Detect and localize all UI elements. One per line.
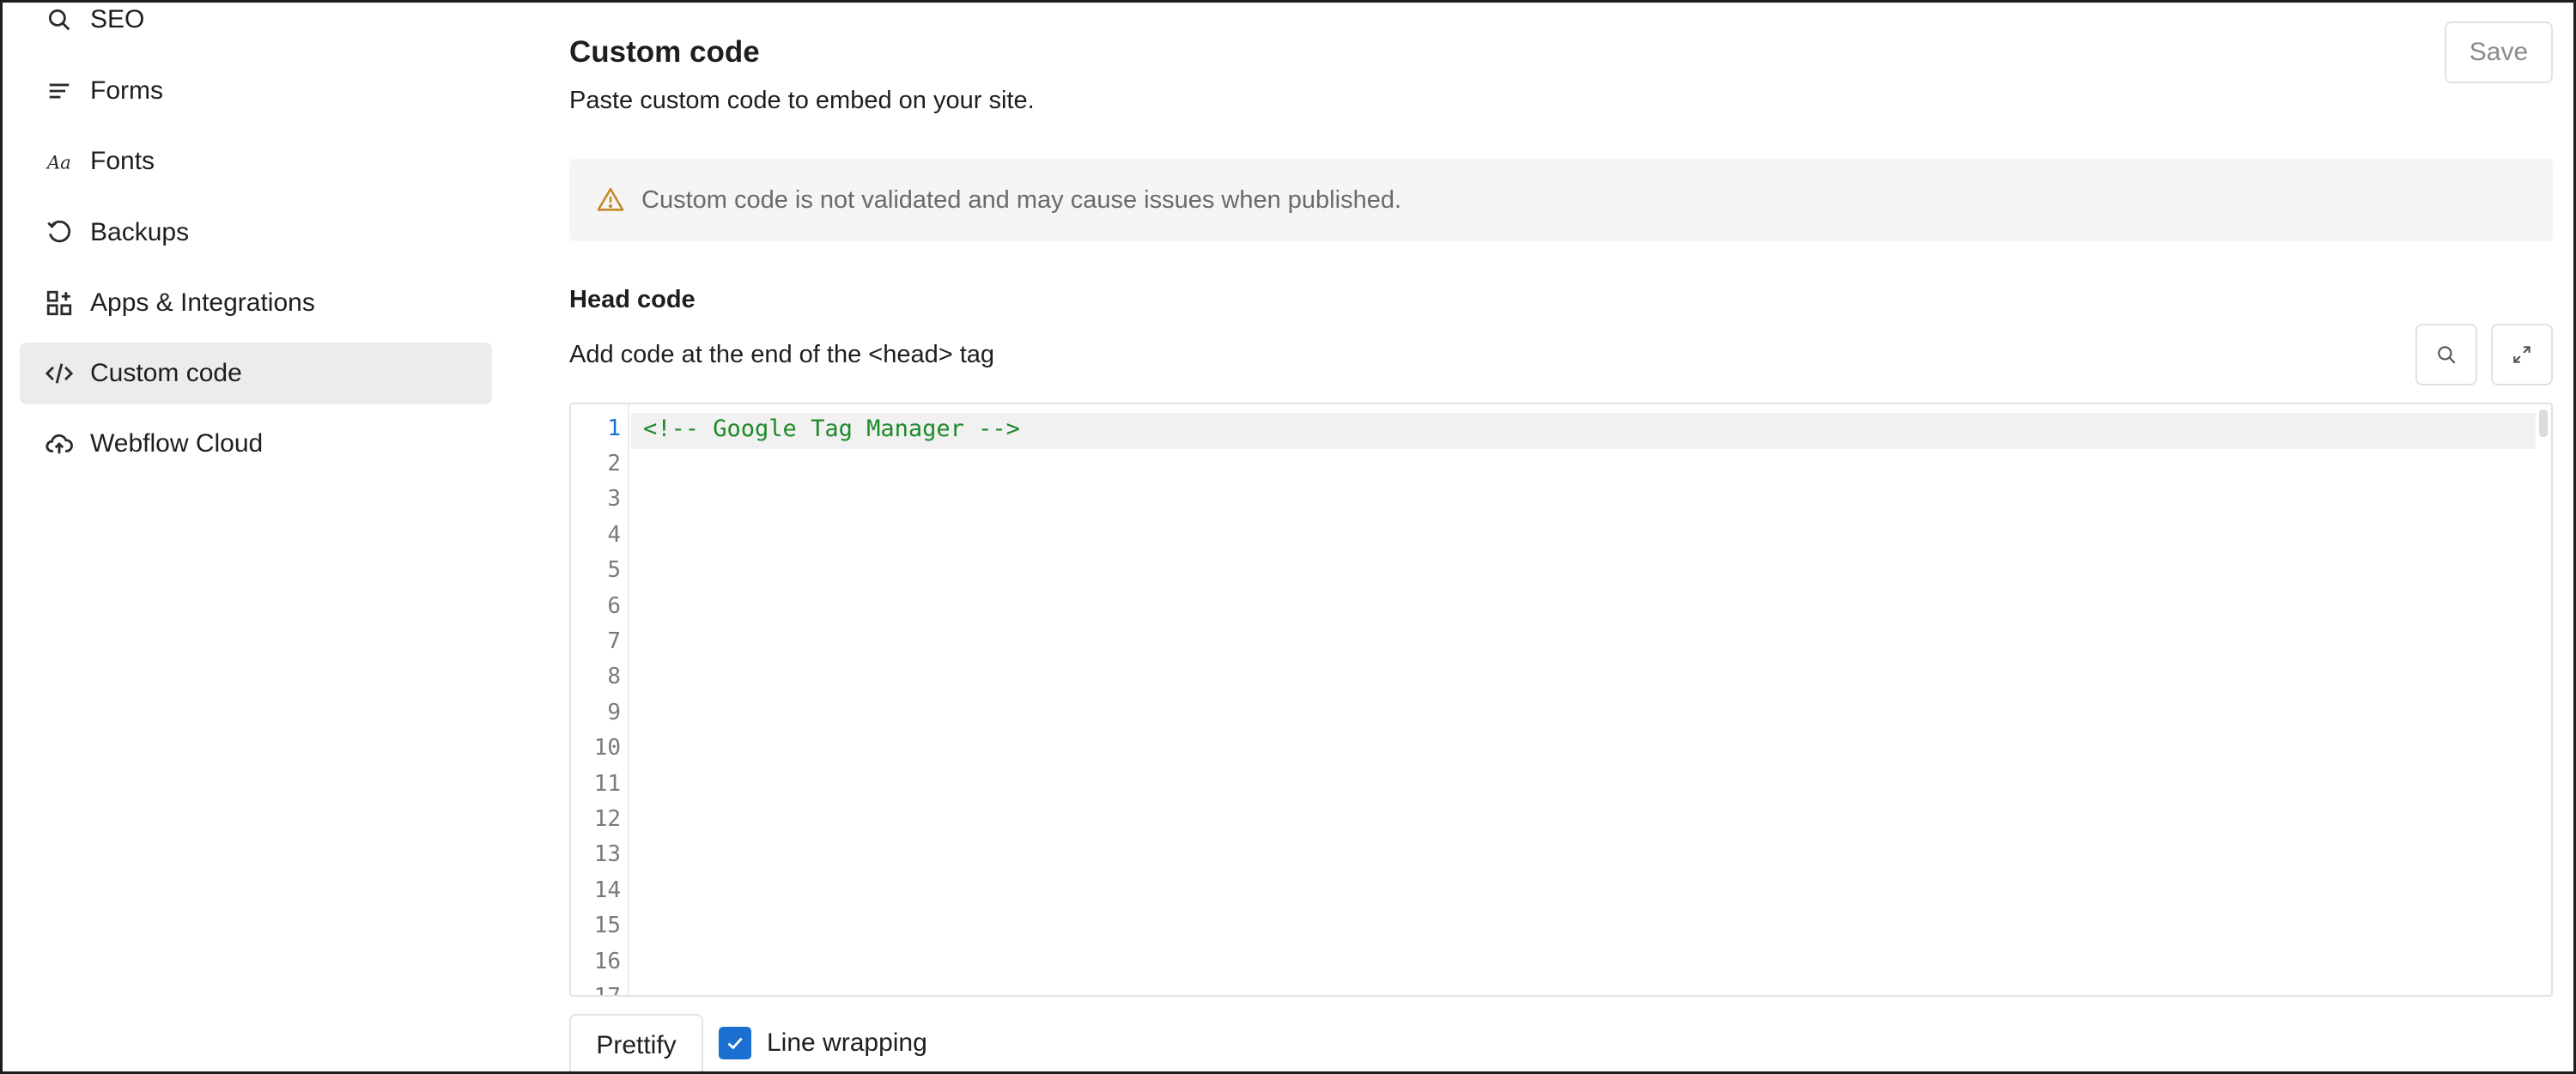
cloud-icon	[42, 427, 76, 461]
sidebar-item-label: Fonts	[90, 147, 155, 175]
head-code-editor[interactable]: 1 2 3 4 5 6 7 8 9 10 11 12 13 14 15 16 1…	[569, 403, 2553, 997]
sidebar-item-custom-code[interactable]: Custom code	[20, 343, 492, 404]
page-title: Custom code	[569, 35, 760, 69]
custom-code-panel: Custom code Paste custom code to embed o…	[569, 3, 2553, 1071]
line-number: 5	[607, 557, 621, 583]
sidebar-item-label: Apps & Integrations	[90, 288, 315, 317]
sidebar-item-fonts[interactable]: Aa Fonts	[20, 130, 492, 192]
form-lines-icon	[42, 74, 76, 108]
sidebar-item-webflow-cloud[interactable]: Webflow Cloud	[20, 413, 492, 475]
head-code-description: Add code at the end of the <head> tag	[569, 341, 995, 368]
sidebar-item-forms[interactable]: Forms	[20, 60, 492, 122]
font-icon: Aa	[42, 144, 76, 179]
app-window: SEO Forms Aa Fonts Backups Apps & Integr…	[0, 0, 2576, 1074]
editor-search-button[interactable]	[2415, 324, 2477, 385]
apps-icon	[42, 286, 76, 320]
editor-scrollbar[interactable]	[2539, 410, 2548, 437]
head-code-title: Head code	[569, 286, 696, 313]
line-number: 2	[607, 451, 621, 476]
line-number: 9	[607, 700, 621, 725]
line-number: 4	[607, 522, 621, 548]
line-number-gutter: 1 2 3 4 5 6 7 8 9 10 11 12 13 14 15 16 1…	[571, 404, 629, 995]
warning-banner: Custom code is not validated and may cau…	[569, 159, 2553, 241]
line-wrapping-toggle[interactable]: Line wrapping	[719, 1027, 927, 1059]
sidebar-item-label: Backups	[90, 218, 190, 246]
svg-text:Aa: Aa	[46, 153, 71, 174]
expand-icon	[2513, 346, 2530, 363]
line-wrapping-checkbox[interactable]	[719, 1027, 751, 1059]
sidebar-item-backups[interactable]: Backups	[20, 202, 492, 264]
prettify-button[interactable]: Prettify	[569, 1014, 703, 1071]
sidebar-item-seo[interactable]: SEO	[20, 3, 492, 51]
line-number: 8	[607, 664, 621, 689]
line-number: 1	[607, 416, 621, 441]
line-number: 17	[593, 984, 621, 997]
code-line: <!-- Google Tag Manager -->	[643, 416, 1020, 442]
editor-expand-button[interactable]	[2491, 324, 2553, 385]
sidebar-item-label: SEO	[90, 5, 145, 33]
warning-text: Custom code is not validated and may cau…	[641, 185, 1402, 214]
line-number: 16	[593, 949, 621, 974]
sidebar-item-label: Forms	[90, 76, 163, 105]
line-number: 7	[607, 628, 621, 654]
line-number: 13	[593, 841, 621, 867]
save-button[interactable]: Save	[2445, 21, 2553, 83]
line-wrapping-label: Line wrapping	[767, 1028, 927, 1057]
warning-icon	[593, 183, 628, 217]
page-subtitle: Paste custom code to embed on your site.	[569, 87, 1035, 114]
code-icon	[42, 356, 76, 391]
line-number: 15	[593, 913, 621, 938]
line-number: 6	[607, 593, 621, 619]
sidebar-item-label: Webflow Cloud	[90, 429, 264, 458]
line-number: 10	[593, 735, 621, 761]
backup-icon	[42, 215, 76, 250]
line-number: 12	[593, 806, 621, 832]
settings-sidebar: SEO Forms Aa Fonts Backups Apps & Integr…	[3, 3, 509, 1071]
line-number: 11	[593, 771, 621, 797]
sidebar-item-apps-integrations[interactable]: Apps & Integrations	[20, 272, 492, 334]
sidebar-item-label: Custom code	[90, 359, 242, 387]
search-icon	[42, 3, 76, 37]
line-number: 14	[593, 877, 621, 903]
line-number: 3	[607, 486, 621, 512]
checkmark-icon	[727, 1037, 743, 1050]
search-icon	[2438, 346, 2456, 364]
